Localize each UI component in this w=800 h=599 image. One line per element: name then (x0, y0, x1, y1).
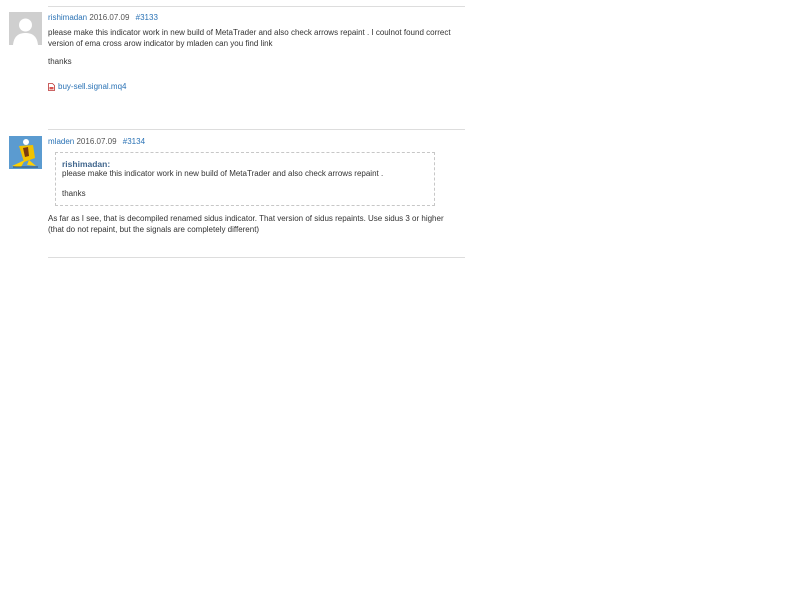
post-date: 2016.07.09 (76, 137, 117, 146)
post-paragraph: As far as I see, that is decompiled rena… (48, 214, 444, 234)
post-separator (48, 6, 465, 7)
post-body: please make this indicator work in new b… (48, 28, 458, 68)
post-date: 2016.07.09 (89, 13, 130, 22)
post-body: As far as I see, that is decompiled rena… (48, 214, 458, 235)
file-icon (48, 82, 55, 91)
attachment-link[interactable]: buy-sell.signal.mq4 (48, 82, 458, 92)
quote-paragraph: please make this indicator work in new b… (62, 169, 384, 178)
post-number-link[interactable]: #3133 (136, 13, 158, 22)
post-content: mladen 2016.07.09 #3134 rishimadan: plea… (48, 137, 458, 243)
post-author-link[interactable]: mladen (48, 137, 74, 146)
post-separator (48, 129, 465, 130)
attachment-name[interactable]: buy-sell.signal.mq4 (58, 82, 126, 92)
quote-paragraph: thanks (62, 188, 86, 198)
post-meta: mladen 2016.07.09 #3134 (48, 137, 458, 147)
post-paragraph: please make this indicator work in new b… (48, 28, 451, 48)
post-separator (48, 257, 465, 258)
quote-author: rishimadan: (62, 159, 111, 169)
post-author-link[interactable]: rishimadan (48, 13, 87, 22)
forum-thread: rishimadan 2016.07.09 #3133 please make … (0, 0, 800, 599)
post-meta: rishimadan 2016.07.09 #3133 (48, 13, 458, 23)
default-user-avatar-icon[interactable] (9, 12, 42, 45)
quote-block: rishimadan: please make this indicator w… (55, 152, 435, 206)
post-paragraph: thanks (48, 57, 72, 66)
mladen-avatar-icon[interactable] (9, 136, 42, 169)
post-content: rishimadan 2016.07.09 #3133 please make … (48, 13, 458, 92)
post-number-link[interactable]: #3134 (123, 137, 145, 146)
